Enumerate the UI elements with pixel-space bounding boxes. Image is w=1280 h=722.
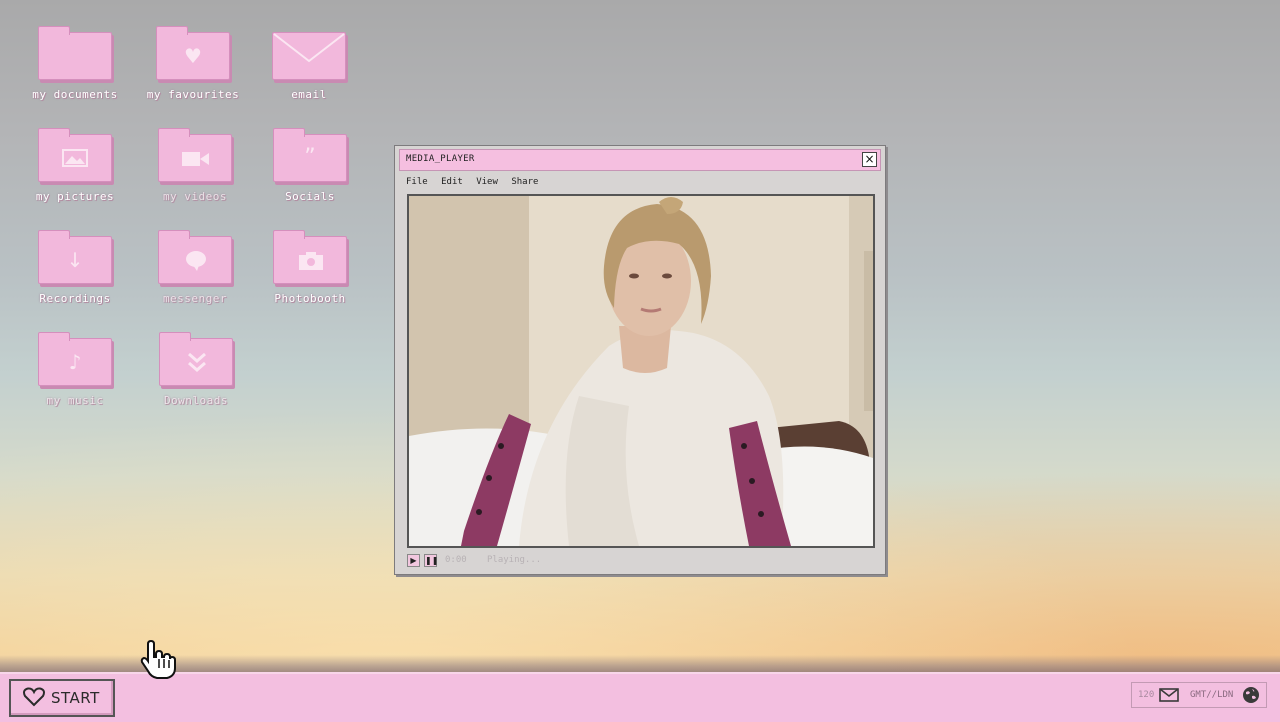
speech-bubble-folder-icon: [158, 230, 232, 284]
download-arrow-folder-icon: ↓: [38, 230, 112, 284]
pause-icon: ❚❚: [425, 556, 439, 565]
video-frame[interactable]: [407, 194, 875, 548]
taskbar: START 120 GMT//LDN: [0, 672, 1280, 722]
player-controls: ▶ ❚❚ 0:00 Playing...: [407, 554, 877, 568]
start-label: START: [51, 689, 100, 707]
pause-button[interactable]: ❚❚: [424, 554, 439, 567]
hand-cursor-icon: [140, 640, 176, 679]
timezone-label: GMT//LDN: [1190, 690, 1234, 700]
start-button[interactable]: START: [9, 679, 115, 717]
system-tray: 120 GMT//LDN: [1131, 682, 1267, 708]
media-player-titlebar[interactable]: MEDIA_PLAYER ×: [399, 149, 881, 171]
menu-bar: File Edit View Share: [406, 177, 546, 187]
desktop-icon-my-favourites[interactable]: ♥ my favourites: [143, 26, 243, 101]
folder-icon: [38, 26, 112, 80]
playback-status: Playing...: [487, 555, 542, 565]
icon-label: my videos: [162, 190, 228, 203]
menu-file[interactable]: File: [406, 177, 428, 187]
music-note-folder-icon: ♪: [38, 332, 112, 386]
heart-folder-icon: ♥: [156, 26, 230, 80]
envelope-icon: [272, 32, 346, 80]
double-chevron-folder-icon: [159, 332, 233, 386]
icon-label: my documents: [32, 88, 118, 101]
icon-label: Photobooth: [274, 292, 346, 305]
menu-share[interactable]: Share: [511, 177, 538, 187]
menu-edit[interactable]: Edit: [441, 177, 463, 187]
desktop-icon-email[interactable]: email: [259, 32, 359, 101]
window-title: MEDIA_PLAYER: [406, 154, 475, 164]
notification-count: 120: [1138, 690, 1155, 700]
video-camera-folder-icon: [158, 128, 232, 182]
close-button[interactable]: ×: [862, 152, 877, 167]
icon-label: my pictures: [35, 190, 115, 203]
media-player-window[interactable]: MEDIA_PLAYER × File Edit View Share ▶ ❚❚…: [394, 145, 886, 575]
icon-label: email: [291, 88, 327, 101]
icon-label: messenger: [162, 292, 228, 305]
desktop-icon-socials[interactable]: ” Socials: [260, 128, 360, 203]
icon-label: my favourites: [146, 88, 240, 101]
desktop-icon-messenger[interactable]: messenger: [145, 230, 245, 305]
video-still-image: [409, 196, 873, 546]
icon-label: Downloads: [163, 394, 229, 407]
desktop-icon-my-videos[interactable]: my videos: [145, 128, 245, 203]
desktop-icon-my-music[interactable]: ♪ my music: [25, 332, 125, 407]
icon-label: my music: [46, 394, 104, 407]
picture-folder-icon: [38, 128, 112, 182]
close-icon: ×: [864, 152, 875, 166]
globe-icon[interactable]: [1242, 686, 1260, 704]
desktop-icon-my-pictures[interactable]: my pictures: [25, 128, 125, 203]
desktop-icon-photobooth[interactable]: Photobooth: [260, 230, 360, 305]
desktop-icon-my-documents[interactable]: my documents: [25, 26, 125, 101]
play-icon: ▶: [410, 556, 417, 565]
mail-icon[interactable]: [1159, 688, 1179, 702]
icon-label: Socials: [285, 190, 335, 203]
desktop-icon-downloads[interactable]: Downloads: [146, 332, 246, 407]
desktop-icon-recordings[interactable]: ↓ Recordings: [25, 230, 125, 305]
menu-view[interactable]: View: [476, 177, 498, 187]
playback-time: 0:00: [445, 555, 467, 565]
play-button[interactable]: ▶: [407, 554, 420, 567]
heart-icon: [23, 687, 45, 707]
horizon: [0, 655, 1280, 673]
camera-folder-icon: [273, 230, 347, 284]
quote-folder-icon: ”: [273, 128, 347, 182]
icon-label: Recordings: [39, 292, 111, 305]
